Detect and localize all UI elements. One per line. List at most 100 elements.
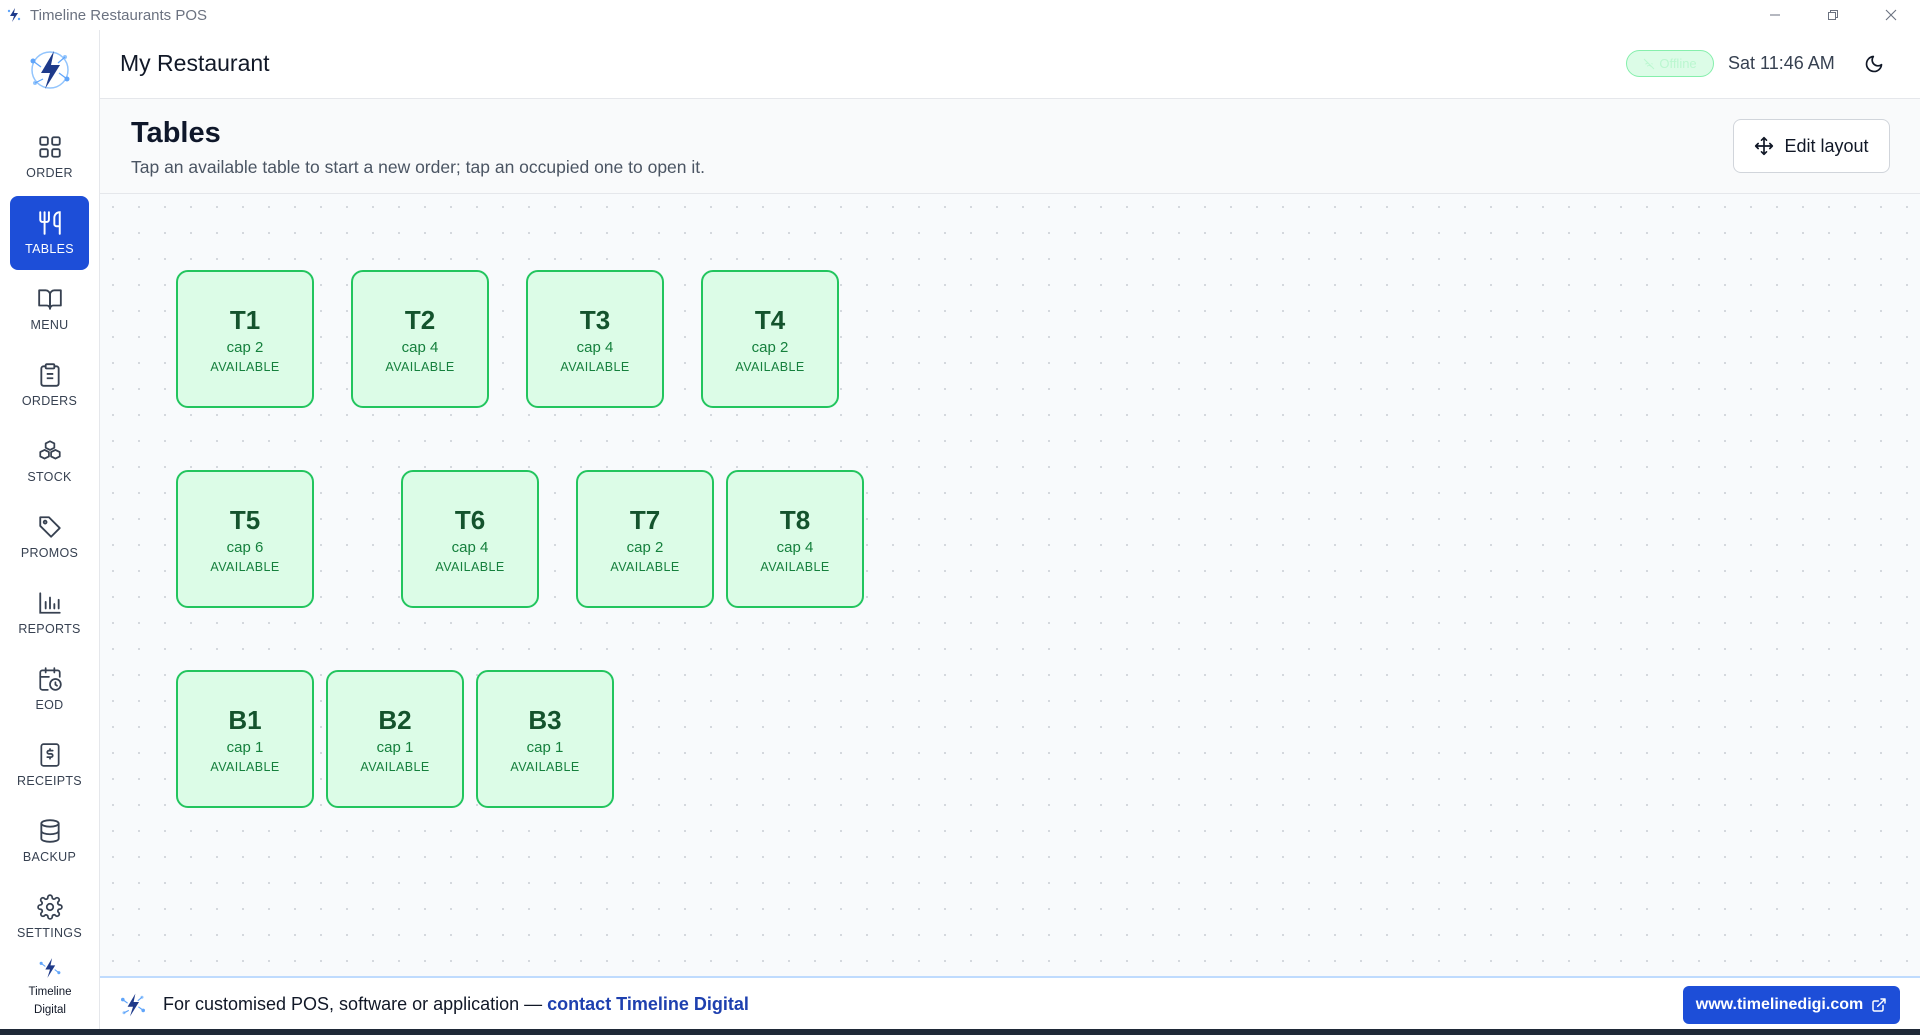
table-card-t1[interactable]: T1 cap 2 AVAILABLE bbox=[176, 270, 314, 408]
table-capacity: cap 1 bbox=[226, 738, 264, 756]
wifi-off-icon bbox=[1643, 58, 1655, 69]
table-card-t2[interactable]: T2 cap 4 AVAILABLE bbox=[351, 270, 489, 408]
sidebar-item-label: ORDER bbox=[26, 166, 73, 180]
table-name: B2 bbox=[378, 704, 412, 735]
table-name: T3 bbox=[579, 304, 611, 335]
receipt-icon bbox=[39, 743, 60, 767]
theme-toggle-button[interactable] bbox=[1860, 50, 1888, 78]
website-button[interactable]: www.timelinedigi.com bbox=[1683, 986, 1900, 1024]
minimize-button[interactable] bbox=[1746, 0, 1804, 30]
boxes-icon bbox=[38, 440, 61, 460]
page-title: Tables bbox=[131, 117, 221, 149]
grid-icon bbox=[38, 136, 61, 158]
bar-chart-icon bbox=[38, 592, 61, 614]
move-icon bbox=[1755, 136, 1774, 156]
status-text: Offline bbox=[1659, 56, 1697, 71]
website-button-label: www.timelinedigi.com bbox=[1695, 996, 1864, 1013]
table-capacity: cap 2 bbox=[226, 338, 264, 356]
sidebar-item-label: BACKUP bbox=[22, 850, 77, 864]
sidebar-item-stock[interactable]: STOCK bbox=[10, 424, 89, 498]
restaurant-name: My Restaurant bbox=[120, 50, 270, 76]
taskbar-strip bbox=[0, 1029, 1920, 1035]
table-name: T7 bbox=[629, 504, 661, 535]
table-capacity: cap 1 bbox=[376, 738, 414, 756]
restore-icon bbox=[1828, 10, 1838, 20]
sidebar-item-tables[interactable]: TABLES bbox=[10, 196, 89, 270]
header-datetime: Sat 11:46 AM bbox=[1728, 53, 1835, 73]
edit-layout-label: Edit layout bbox=[1784, 135, 1869, 156]
clipboard-icon bbox=[39, 363, 60, 387]
table-name: T4 bbox=[754, 304, 786, 335]
table-name: B3 bbox=[528, 704, 562, 735]
table-card-b2[interactable]: B2 cap 1 AVAILABLE bbox=[326, 670, 464, 808]
table-name: T2 bbox=[404, 304, 436, 335]
table-card-t6[interactable]: T6 cap 4 AVAILABLE bbox=[401, 470, 539, 608]
sidebar-item-eod[interactable]: EOD bbox=[10, 652, 89, 726]
sidebar-item-label: STOCK bbox=[27, 470, 72, 484]
close-button[interactable] bbox=[1862, 0, 1920, 30]
brand-logo-icon bbox=[121, 993, 145, 1017]
table-card-t5[interactable]: T5 cap 6 AVAILABLE bbox=[176, 470, 314, 608]
close-icon bbox=[1885, 9, 1897, 21]
table-status: AVAILABLE bbox=[385, 359, 455, 374]
app-logo-icon bbox=[7, 8, 21, 22]
external-link-icon bbox=[1872, 998, 1886, 1012]
table-status: AVAILABLE bbox=[735, 359, 805, 374]
brand-logo-icon bbox=[39, 958, 61, 978]
table-capacity: cap 4 bbox=[576, 338, 614, 356]
sidebar-logo[interactable] bbox=[0, 30, 100, 110]
contact-link[interactable]: contact Timeline Digital bbox=[547, 994, 749, 1014]
table-card-t8[interactable]: T8 cap 4 AVAILABLE bbox=[726, 470, 864, 608]
app-header: My Restaurant Offline Sat 11:46 AM bbox=[100, 30, 1920, 99]
table-capacity: cap 2 bbox=[751, 338, 789, 356]
restore-button[interactable] bbox=[1804, 0, 1862, 30]
table-capacity: cap 4 bbox=[401, 338, 439, 356]
sidebar-item-orders[interactable]: ORDERS bbox=[10, 348, 89, 422]
footer-text: For customised POS, software or applicat… bbox=[163, 994, 749, 1015]
table-status: AVAILABLE bbox=[510, 759, 580, 774]
table-status: AVAILABLE bbox=[210, 359, 280, 374]
table-name: T6 bbox=[454, 504, 486, 535]
edit-layout-button[interactable]: Edit layout bbox=[1733, 119, 1890, 173]
window-titlebar: Timeline Restaurants POS bbox=[0, 0, 1920, 30]
sidebar-item-label: SETTINGS bbox=[17, 926, 82, 940]
window-title: Timeline Restaurants POS bbox=[30, 6, 208, 24]
table-name: T1 bbox=[229, 304, 261, 335]
promo-footer: For customised POS, software or applicat… bbox=[100, 976, 1920, 1029]
table-card-b1[interactable]: B1 cap 1 AVAILABLE bbox=[176, 670, 314, 808]
table-card-t3[interactable]: T3 cap 4 AVAILABLE bbox=[526, 270, 664, 408]
table-status: AVAILABLE bbox=[435, 559, 505, 574]
sidebar-item-promos[interactable]: PROMOS bbox=[10, 500, 89, 574]
table-card-t4[interactable]: T4 cap 2 AVAILABLE bbox=[701, 270, 839, 408]
table-card-b3[interactable]: B3 cap 1 AVAILABLE bbox=[476, 670, 614, 808]
database-icon bbox=[39, 819, 60, 843]
book-icon bbox=[37, 289, 62, 310]
sidebar-item-reports[interactable]: REPORTS bbox=[10, 576, 89, 650]
table-capacity: cap 4 bbox=[776, 538, 814, 556]
table-capacity: cap 6 bbox=[226, 538, 264, 556]
status-badge: Offline bbox=[1626, 50, 1714, 77]
sidebar-item-label: EOD bbox=[35, 698, 64, 712]
gear-icon bbox=[36, 894, 63, 920]
floor-plan-canvas: T1 cap 2 AVAILABLE T2 cap 4 AVAILABLE T3… bbox=[100, 194, 1920, 976]
sidebar-item-menu[interactable]: MENU bbox=[10, 272, 89, 346]
sidebar-item-settings[interactable]: SETTINGS bbox=[10, 880, 89, 954]
table-status: AVAILABLE bbox=[210, 759, 280, 774]
sidebar-item-label: RECEIPTS bbox=[17, 774, 82, 788]
brand-name-line2: Digital bbox=[34, 1004, 66, 1016]
sidebar-item-order[interactable]: ORDER bbox=[10, 120, 89, 194]
moon-icon bbox=[1865, 55, 1883, 73]
sidebar-item-label: ORDERS bbox=[21, 394, 78, 408]
footer-message: For customised POS, software or applicat… bbox=[163, 994, 543, 1014]
table-card-t7[interactable]: T7 cap 2 AVAILABLE bbox=[576, 470, 714, 608]
sidebar-item-backup[interactable]: BACKUP bbox=[10, 804, 89, 878]
brand-name-line1: Timeline bbox=[28, 986, 72, 998]
sidebar-item-receipts[interactable]: RECEIPTS bbox=[10, 728, 89, 802]
table-capacity: cap 4 bbox=[451, 538, 489, 556]
sidebar-item-label: REPORTS bbox=[18, 622, 81, 636]
table-status: AVAILABLE bbox=[760, 559, 830, 574]
page-subtitle: Tap an available table to start a new or… bbox=[131, 157, 705, 177]
window-controls bbox=[1746, 0, 1920, 30]
utensils-icon bbox=[38, 211, 61, 235]
calendar-clock-icon bbox=[38, 667, 62, 691]
